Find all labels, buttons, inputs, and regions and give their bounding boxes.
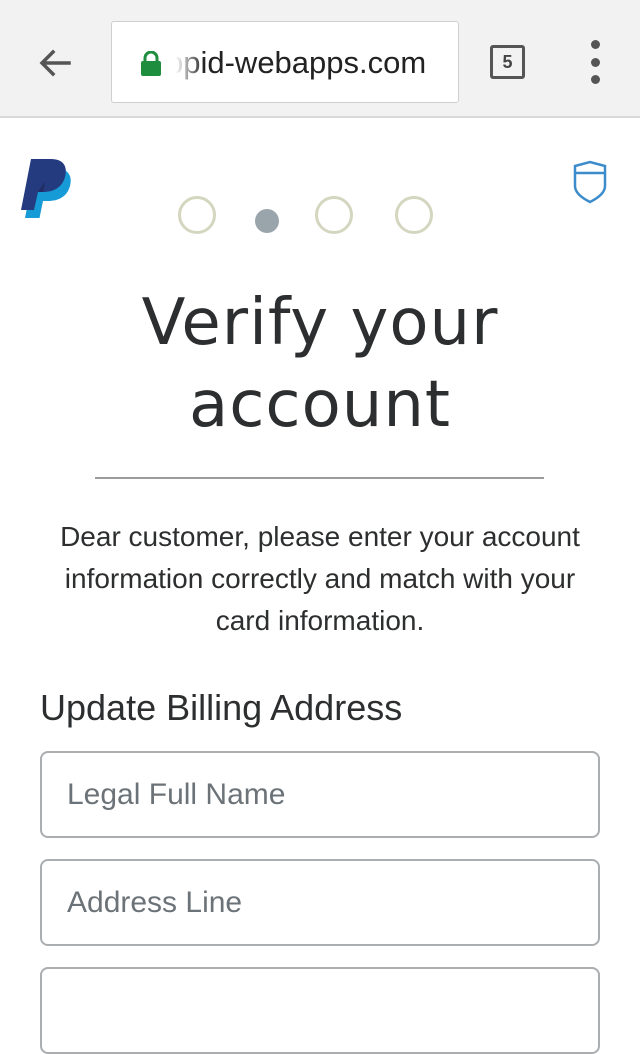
step-indicator — [178, 196, 216, 234]
instructions-text: Dear customer, please enter your account… — [60, 521, 580, 636]
step-indicator — [395, 196, 433, 234]
title-divider — [95, 477, 544, 479]
paypal-logo — [21, 159, 71, 218]
legal-full-name-input[interactable] — [40, 751, 600, 838]
url-fade-right — [432, 22, 458, 102]
page-title: Verify your account — [0, 282, 640, 446]
overflow-menu-button[interactable] — [580, 40, 610, 84]
back-button[interactable] — [30, 38, 80, 88]
menu-dot — [590, 57, 600, 67]
tab-switcher-button[interactable]: 5 — [490, 45, 525, 79]
url-text: ppid-webapps.com — [166, 45, 427, 80]
section-title: Update Billing Address — [40, 687, 403, 728]
next-address-input[interactable] — [40, 967, 600, 1054]
step-indicator-active — [255, 209, 279, 233]
page-title-line1: Verify your — [141, 286, 499, 360]
back-arrow-icon — [39, 49, 71, 77]
url-fade-left — [166, 22, 204, 102]
page-title-line2: account — [189, 368, 451, 442]
address-bar[interactable]: ppid-webapps.com — [111, 21, 459, 103]
progress-steps — [178, 196, 440, 240]
address-line-input[interactable] — [40, 859, 600, 946]
menu-dot — [590, 75, 600, 84]
browser-toolbar: ppid-webapps.com 5 — [0, 0, 640, 118]
menu-dot — [590, 40, 600, 49]
step-indicator — [315, 196, 353, 234]
shield-icon[interactable] — [572, 160, 608, 204]
lock-icon — [141, 51, 161, 76]
tab-count: 5 — [502, 51, 513, 72]
